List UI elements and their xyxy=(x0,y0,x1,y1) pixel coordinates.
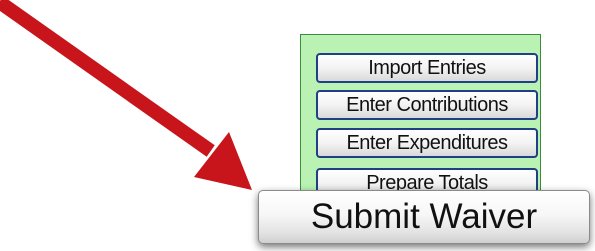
import-entries-button[interactable]: Import Entries xyxy=(316,53,538,83)
submit-waiver-button[interactable]: Submit Waiver xyxy=(258,190,590,244)
enter-expenditures-button[interactable]: Enter Expenditures xyxy=(316,128,538,158)
enter-contributions-button[interactable]: Enter Contributions xyxy=(316,90,538,120)
